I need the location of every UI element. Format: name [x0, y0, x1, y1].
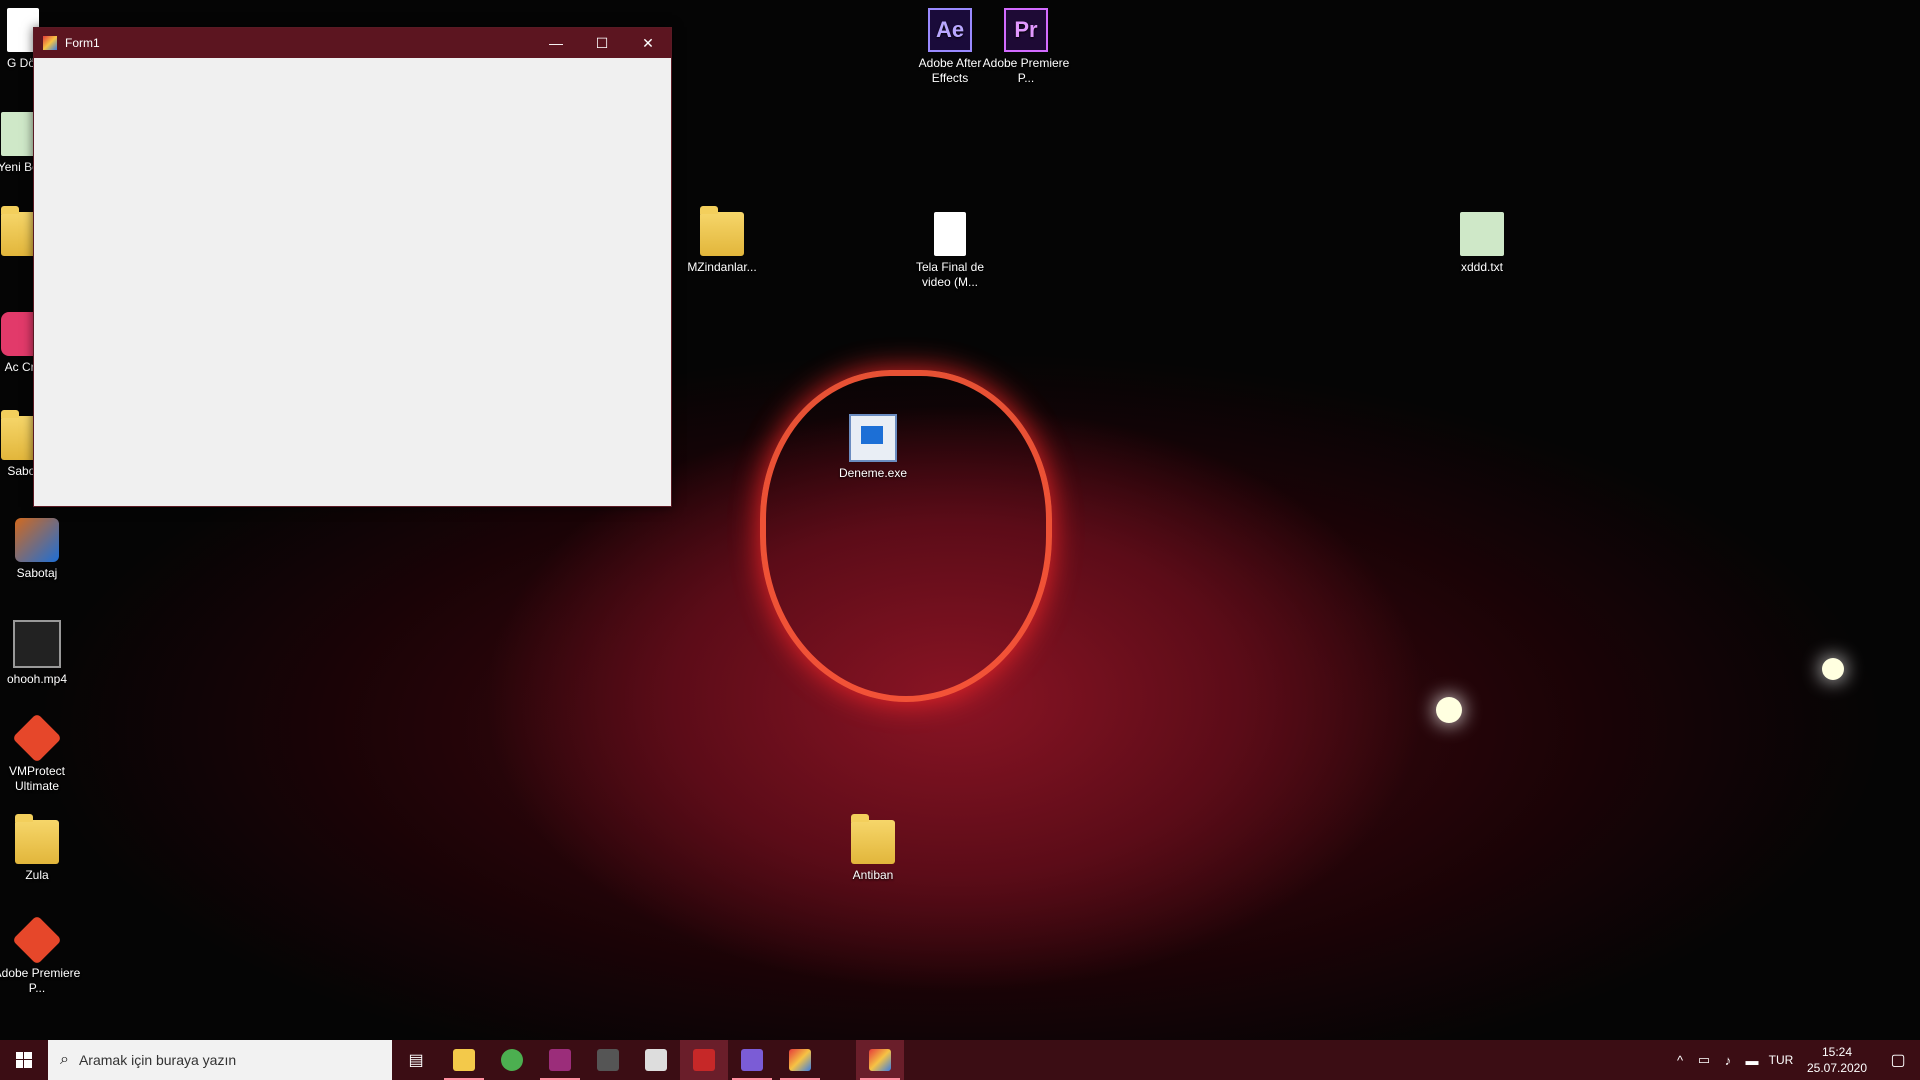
- folder-icon: [15, 814, 59, 864]
- window-titlebar[interactable]: Form1 — ☐ ✕: [34, 28, 671, 58]
- premiere-icon: [12, 915, 62, 965]
- file-explorer-icon: [453, 1049, 475, 1071]
- folder-icon: [851, 814, 895, 864]
- clock[interactable]: 15:24 25.07.2020: [1798, 1044, 1876, 1076]
- form-app-icon: [789, 1049, 811, 1071]
- executable-icon: [849, 414, 897, 462]
- search-placeholder: Aramak için buraya yazın: [78, 1052, 237, 1068]
- app-window-icon: [645, 1049, 667, 1071]
- form1-icon: [869, 1049, 891, 1071]
- close-button[interactable]: ✕: [625, 28, 671, 58]
- taskbar-form1[interactable]: [856, 1040, 904, 1080]
- search-box[interactable]: ⌕ Aramak için buraya yazın: [48, 1040, 392, 1080]
- form1-window[interactable]: Form1 — ☐ ✕: [33, 27, 672, 507]
- form-client-area[interactable]: [34, 58, 671, 506]
- system-tray: ^ ▭ ♪ ▬ TUR 15:24 25.07.2020 ▢: [1668, 1040, 1920, 1080]
- folder-icon: [700, 206, 744, 256]
- desktop-icon-antiban[interactable]: Antiban: [828, 814, 918, 883]
- chrome-icon: [501, 1049, 523, 1071]
- premiere-icon: Pr: [1004, 8, 1048, 52]
- network-icon[interactable]: ▭: [1692, 1052, 1716, 1068]
- desktop-icon-mzindanlar[interactable]: MZindanlar...: [677, 206, 767, 275]
- app-icon: [43, 36, 57, 50]
- after-effects-icon: Ae: [928, 8, 972, 52]
- notification-icon[interactable]: ▢: [1876, 1050, 1920, 1070]
- clock-time: 15:24: [1821, 1045, 1853, 1059]
- taskbar-visual-studio[interactable]: [728, 1040, 776, 1080]
- vmprotect-icon: [12, 713, 62, 763]
- desktop-icon-deneme[interactable]: Deneme.exe: [828, 414, 918, 481]
- flash-icon: [693, 1049, 715, 1071]
- desktop-icon-sabotaj[interactable]: Sabotaj: [0, 518, 82, 581]
- task-view-icon: ▤: [408, 1052, 424, 1069]
- visual-studio-icon: [741, 1049, 763, 1071]
- language-indicator[interactable]: TUR: [1764, 1053, 1798, 1067]
- sabotaj-icon: [15, 518, 59, 562]
- desktop-icon-vmprotect[interactable]: VMProtect Ultimate: [0, 713, 82, 794]
- search-icon: ⌕: [60, 1051, 69, 1068]
- windows-logo-icon: [16, 1052, 32, 1068]
- text-file-icon: [1460, 212, 1504, 256]
- clock-date: 25.07.2020: [1806, 1061, 1868, 1075]
- taskbar-ttg[interactable]: [584, 1040, 632, 1080]
- desktop-icon-zula[interactable]: Zula: [0, 814, 82, 883]
- light-dot: [1436, 697, 1462, 723]
- light-dot: [1822, 658, 1844, 680]
- taskbar-file-explorer[interactable]: [440, 1040, 488, 1080]
- desktop-icon-tela-final[interactable]: Tela Final de video (M...: [905, 212, 995, 290]
- volume-icon[interactable]: ♪: [1716, 1053, 1740, 1068]
- battery-icon[interactable]: ▬: [1740, 1053, 1764, 1068]
- taskbar-flash[interactable]: [680, 1040, 728, 1080]
- taskbar-winrar[interactable]: [536, 1040, 584, 1080]
- maximize-button[interactable]: ☐: [579, 28, 625, 58]
- desktop-icon-xddd[interactable]: xddd.txt: [1437, 212, 1527, 275]
- winrar-icon: [549, 1049, 571, 1071]
- taskbar-app-window[interactable]: [632, 1040, 680, 1080]
- desktop-icon-premiere-top[interactable]: Pr Adobe Premiere P...: [981, 8, 1071, 86]
- desktop-icon-ohooh[interactable]: ohooh.mp4: [0, 620, 82, 687]
- start-button[interactable]: [0, 1040, 48, 1080]
- task-view-button[interactable]: ▤: [392, 1040, 440, 1080]
- minimize-button[interactable]: —: [533, 28, 579, 58]
- video-file-icon: [13, 620, 61, 668]
- taskbar-chrome[interactable]: [488, 1040, 536, 1080]
- window-title: Form1: [65, 36, 100, 50]
- chevron-up-icon[interactable]: ^: [1668, 1053, 1692, 1068]
- taskbar: ⌕ Aramak için buraya yazın ▤ ^ ▭ ♪ ▬ TUR…: [0, 1040, 1920, 1080]
- desktop-icon-premiere-bottom[interactable]: Adobe Premiere P...: [0, 915, 82, 996]
- ttg-icon: [597, 1049, 619, 1071]
- taskbar-form-app[interactable]: [776, 1040, 824, 1080]
- file-icon: [934, 212, 966, 256]
